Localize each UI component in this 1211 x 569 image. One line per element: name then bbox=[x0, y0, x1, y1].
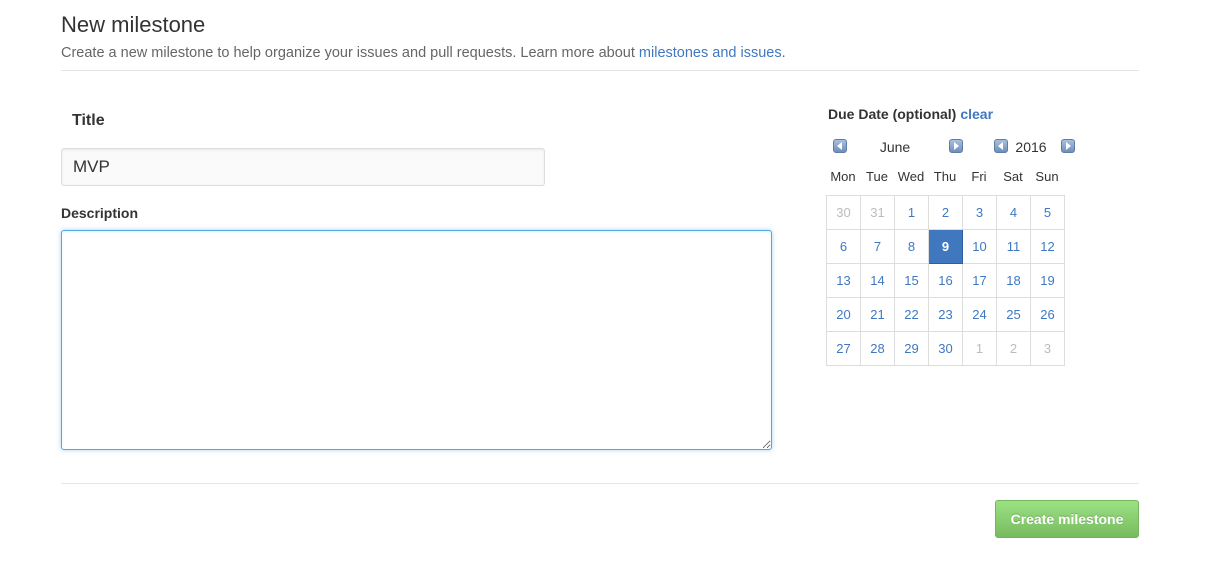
calendar-day[interactable]: 21 bbox=[860, 297, 895, 332]
calendar-day[interactable]: 19 bbox=[1030, 263, 1065, 298]
triangle-right-icon bbox=[954, 142, 959, 150]
calendar-day[interactable]: 5 bbox=[1030, 195, 1065, 230]
calendar-day[interactable]: 28 bbox=[860, 331, 895, 366]
milestones-and-issues-link[interactable]: milestones and issues bbox=[639, 45, 782, 61]
subtitle-text: Create a new milestone to help organize … bbox=[61, 45, 639, 61]
calendar-day-other-month[interactable]: 2 bbox=[996, 331, 1031, 366]
calendar-day-other-month[interactable]: 30 bbox=[826, 195, 861, 230]
calendar-week-row: 13 14 15 16 17 18 19 bbox=[826, 263, 1065, 298]
calendar-week-row: 27 28 29 30 1 2 3 bbox=[826, 331, 1065, 366]
form-divider bbox=[61, 483, 1139, 484]
calendar-day[interactable]: 29 bbox=[894, 331, 929, 366]
title-label: Title bbox=[72, 112, 105, 129]
calendar-day[interactable]: 1 bbox=[894, 195, 929, 230]
page-subtitle: Create a new milestone to help organize … bbox=[61, 43, 1139, 63]
subtitle-suffix: . bbox=[781, 45, 786, 61]
triangle-right-icon bbox=[1066, 142, 1071, 150]
calendar-day[interactable]: 13 bbox=[826, 263, 861, 298]
next-year-button[interactable] bbox=[1061, 139, 1075, 153]
calendar-day[interactable]: 22 bbox=[894, 297, 929, 332]
weekday-label: Mon bbox=[830, 169, 856, 184]
calendar-day[interactable]: 11 bbox=[996, 229, 1031, 264]
calendar-day[interactable]: 17 bbox=[962, 263, 997, 298]
calendar-day[interactable]: 3 bbox=[962, 195, 997, 230]
calendar-day[interactable]: 16 bbox=[928, 263, 963, 298]
calendar-day-other-month[interactable]: 3 bbox=[1030, 331, 1065, 366]
calendar-day[interactable]: 2 bbox=[928, 195, 963, 230]
description-textarea[interactable] bbox=[61, 230, 772, 450]
calendar-body: 30 31 1 2 3 4 5 6 7 8 9 10 11 12 13 14 15 16 17 18 19 20 21 22 2… bbox=[826, 195, 1065, 366]
weekday-header: Mon Tue Wed Thu Fri Sat Sun bbox=[826, 168, 1066, 186]
prev-year-button[interactable] bbox=[994, 139, 1008, 153]
next-month-button[interactable] bbox=[949, 139, 963, 153]
title-input[interactable] bbox=[61, 148, 545, 186]
due-date-label: Due Date (optional) clear bbox=[828, 106, 993, 122]
calendar-day[interactable]: 15 bbox=[894, 263, 929, 298]
weekday-label: Sun bbox=[1035, 169, 1059, 184]
calendar-month: June bbox=[879, 139, 911, 155]
new-milestone-page: New milestone Create a new milestone to … bbox=[0, 0, 1211, 569]
weekday-label: Wed bbox=[897, 169, 925, 184]
calendar-day[interactable]: 25 bbox=[996, 297, 1031, 332]
calendar-day[interactable]: 24 bbox=[962, 297, 997, 332]
calendar-day[interactable]: 30 bbox=[928, 331, 963, 366]
calendar-day[interactable]: 20 bbox=[826, 297, 861, 332]
calendar-grid: 30 31 1 2 3 4 5 6 7 8 9 10 11 12 13 14 15 16 17 18 19 20 21 22 2… bbox=[826, 195, 1065, 366]
calendar-day-other-month[interactable]: 1 bbox=[962, 331, 997, 366]
calendar-day[interactable]: 4 bbox=[996, 195, 1031, 230]
calendar-day[interactable]: 12 bbox=[1030, 229, 1065, 264]
calendar-day[interactable]: 14 bbox=[860, 263, 895, 298]
triangle-left-icon bbox=[837, 142, 842, 150]
create-milestone-button[interactable]: Create milestone bbox=[995, 500, 1139, 538]
calendar-day[interactable]: 27 bbox=[826, 331, 861, 366]
calendar-day[interactable]: 10 bbox=[962, 229, 997, 264]
triangle-left-icon bbox=[998, 142, 1003, 150]
calendar-day[interactable]: 6 bbox=[826, 229, 861, 264]
calendar-year: 2016 bbox=[1015, 139, 1047, 155]
page-header: New milestone Create a new milestone to … bbox=[61, 10, 1139, 71]
weekday-label: Tue bbox=[866, 169, 888, 184]
due-date-label-text: Due Date (optional) bbox=[828, 106, 957, 122]
calendar-week-row: 30 31 1 2 3 4 5 bbox=[826, 195, 1065, 230]
prev-month-button[interactable] bbox=[833, 139, 847, 153]
calendar-day[interactable]: 8 bbox=[894, 229, 929, 264]
calendar-day[interactable]: 18 bbox=[996, 263, 1031, 298]
calendar-day[interactable]: 26 bbox=[1030, 297, 1065, 332]
calendar-day-other-month[interactable]: 31 bbox=[860, 195, 895, 230]
description-label: Description bbox=[61, 205, 139, 221]
clear-due-date-link[interactable]: clear bbox=[960, 106, 993, 122]
calendar-week-row: 20 21 22 23 24 25 26 bbox=[826, 297, 1065, 332]
page-title: New milestone bbox=[61, 12, 206, 37]
calendar-week-row: 6 7 8 9 10 11 12 bbox=[826, 229, 1065, 264]
calendar-day[interactable]: 23 bbox=[928, 297, 963, 332]
calendar-day-selected[interactable]: 9 bbox=[928, 229, 963, 264]
weekday-label: Thu bbox=[933, 169, 957, 184]
weekday-label: Sat bbox=[1003, 169, 1023, 184]
calendar-day[interactable]: 7 bbox=[860, 229, 895, 264]
weekday-label: Fri bbox=[971, 169, 987, 184]
